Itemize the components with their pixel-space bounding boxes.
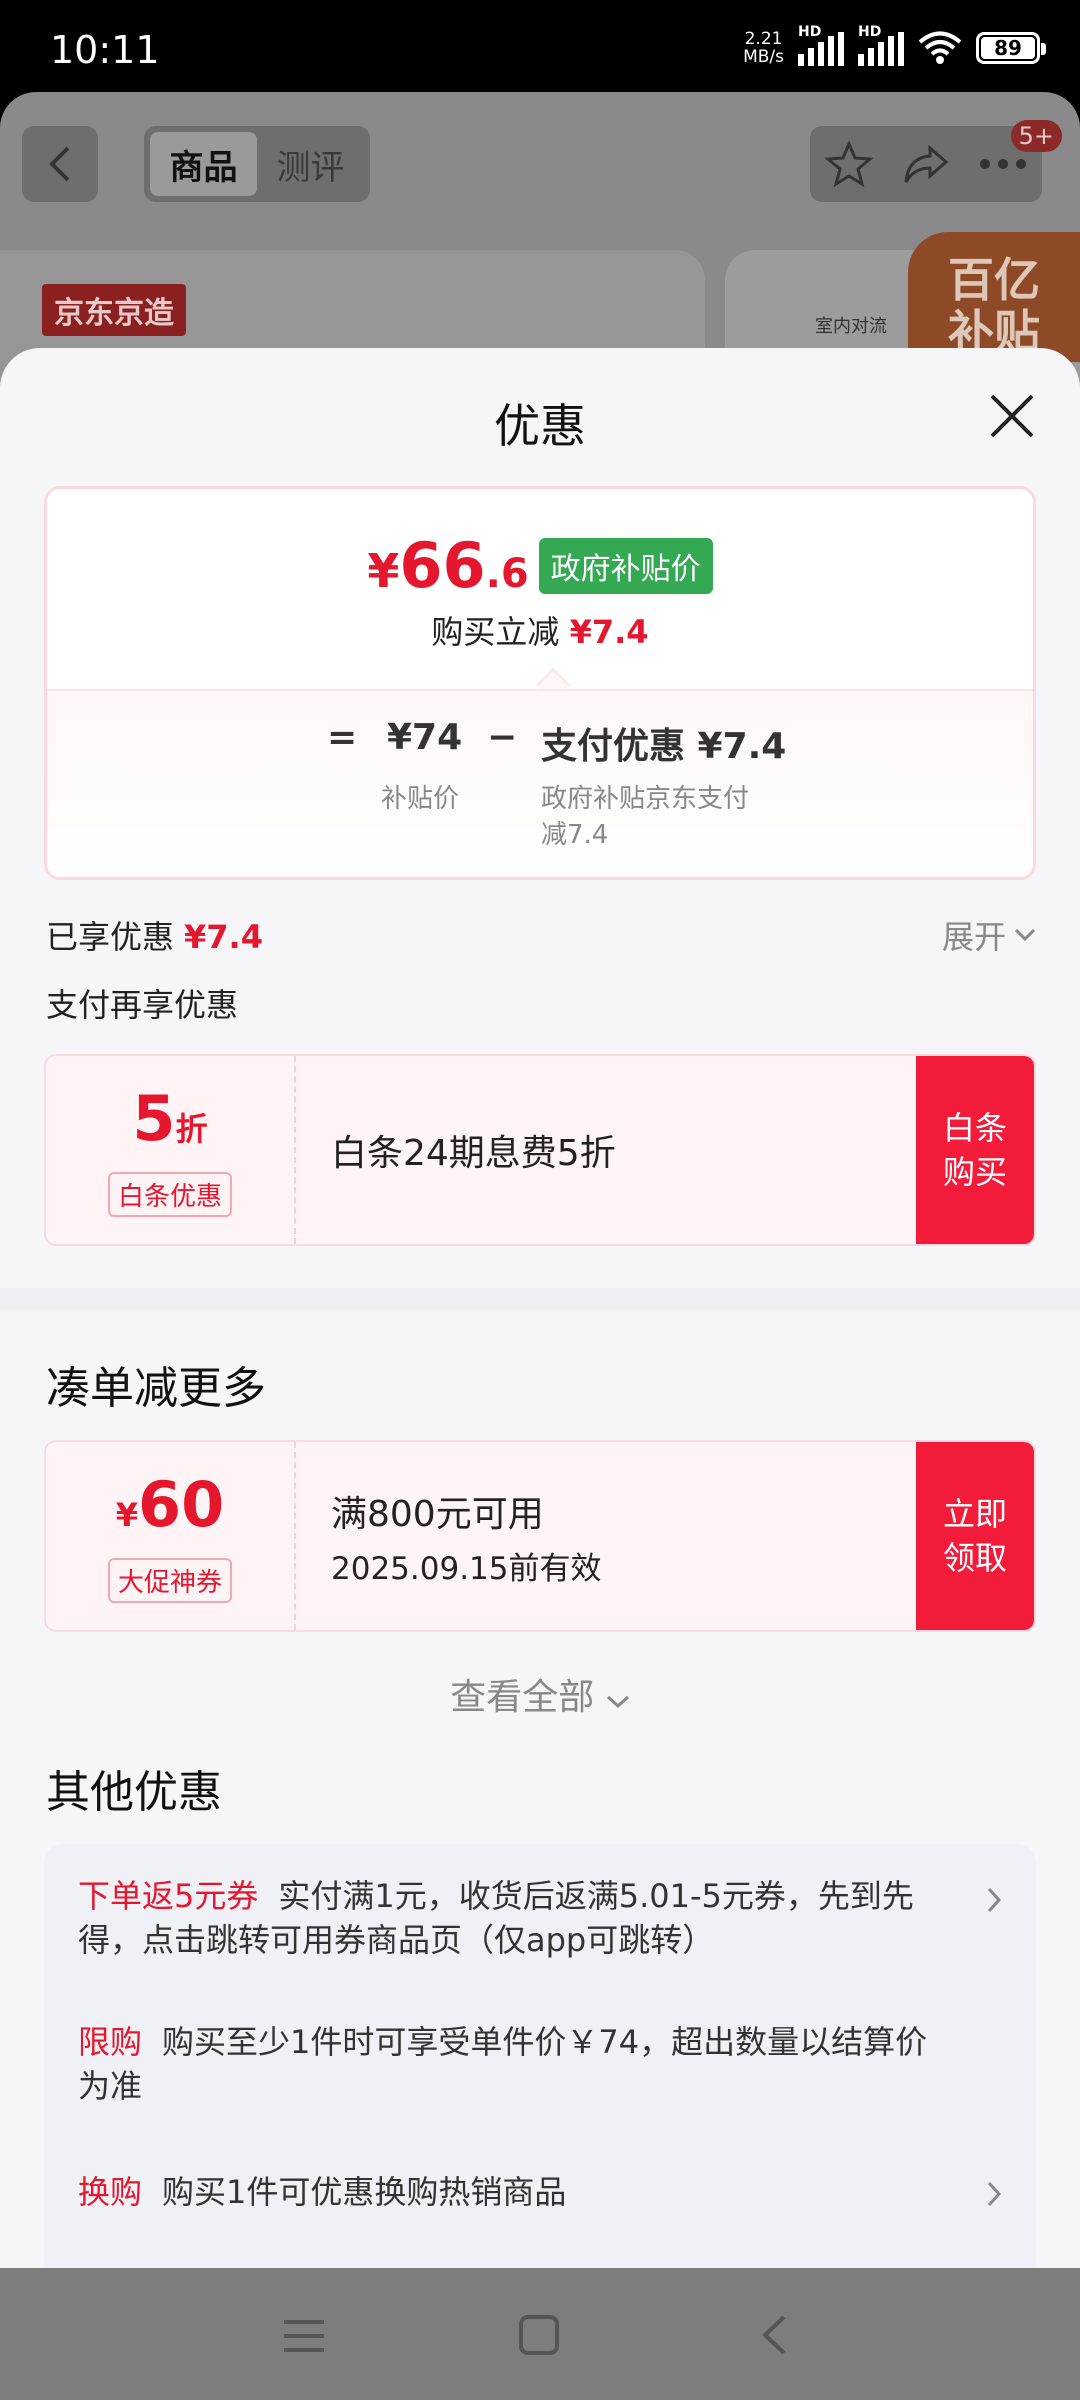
- chevron-right-icon: [987, 1887, 1002, 1913]
- view-all-button[interactable]: 查看全部: [0, 1668, 1080, 1720]
- expand-button[interactable]: 展开: [942, 912, 1036, 958]
- product-caption: 室内对流: [815, 316, 887, 337]
- baitiao-coupon: 5折 白条优惠 白条24期息费5折 白条购买: [44, 1054, 1036, 1246]
- promo-coupon: ¥60 大促神券 满800元可用 2025.09.15前有效 立即领取: [44, 1440, 1036, 1632]
- final-price: ¥66.6 政府补贴价: [47, 529, 1033, 602]
- back-icon[interactable]: [760, 2314, 788, 2356]
- subsidy-logo: 百亿 补贴: [908, 232, 1080, 362]
- status-bar: 10:11 2.21 MB/s HD HD 89: [0, 0, 1080, 96]
- list-item[interactable]: 换购 购买1件可优惠换购热销商品: [78, 2170, 958, 2214]
- wifi-icon: [918, 31, 962, 64]
- instant-reduce: 购买立减 ¥7.4: [431, 613, 649, 651]
- discount-sheet: 优惠 ¥66.6 政府补贴价 购买立减 ¥7.4 = ¥74 补贴价 − 支付优…: [0, 348, 1080, 2268]
- signal-icon: HD: [798, 24, 844, 66]
- list-item[interactable]: 下单返5元券 实付满1元，收货后返满5.01-5元券，先到先得，点击跳转可用券商品…: [78, 1874, 958, 1962]
- signal-icon-2: HD: [858, 24, 904, 66]
- system-nav-bar: [0, 2268, 1080, 2400]
- other-discount-list: 下单返5元券 实付满1元，收货后返满5.01-5元券，先到先得，点击跳转可用券商品…: [44, 1844, 1036, 2268]
- promo-tag: 大促神券: [107, 1557, 232, 1603]
- pay-again-label: 支付再享优惠: [46, 986, 239, 1024]
- tab-goods[interactable]: 商品: [150, 132, 257, 196]
- gov-subsidy-tag: 政府补贴价: [538, 537, 713, 594]
- enjoyed-discount: 已享优惠 ¥7.4: [46, 918, 263, 956]
- coupon-condition: 满800元可用: [331, 1493, 544, 1535]
- pay-discount: 支付优惠 ¥7.4: [541, 726, 787, 767]
- price-card: ¥66.6 政府补贴价 购买立减 ¥7.4 = ¥74 补贴价 − 支付优惠 ¥…: [44, 486, 1036, 880]
- chevron-down-icon: [1014, 928, 1036, 942]
- home-icon[interactable]: [518, 2314, 560, 2356]
- back-button[interactable]: [22, 126, 98, 202]
- message-badge: 5+: [1010, 120, 1062, 152]
- star-icon[interactable]: [824, 140, 873, 188]
- subsidy-price: ¥74: [387, 717, 463, 758]
- background-product-page: 商品 测评 5+ 京东京造 室内对流 百亿 补贴: [0, 92, 1080, 392]
- baitiao-tag: 白条优惠: [107, 1171, 232, 1217]
- menu-icon[interactable]: [282, 2318, 326, 2354]
- product-tabs: 商品 测评: [144, 126, 370, 202]
- claim-coupon-button[interactable]: 立即领取: [916, 1442, 1034, 1630]
- sheet-title: 优惠: [494, 399, 586, 453]
- brand-logo: 京东京造: [42, 284, 186, 336]
- battery-icon: 89: [976, 32, 1046, 64]
- list-item: 限购 购买至少1件时可享受单件价￥74，超出数量以结算价为准: [78, 2023, 928, 2105]
- status-icons: 2.21 MB/s HD HD 89: [743, 24, 1046, 67]
- baitiao-desc: 白条24期息费5折: [331, 1133, 616, 1174]
- close-icon[interactable]: [984, 388, 1040, 444]
- other-discount-title: 其他优惠: [46, 1767, 222, 1818]
- share-icon[interactable]: [902, 140, 950, 188]
- coupon-expiry: 2025.09.15前有效: [331, 1550, 602, 1587]
- baitiao-buy-button[interactable]: 白条购买: [916, 1056, 1034, 1244]
- chevron-right-icon: [987, 2181, 1002, 2207]
- tab-review[interactable]: 测评: [257, 132, 364, 196]
- more-icon[interactable]: [979, 158, 1027, 170]
- section-divider: [0, 1288, 1080, 1310]
- more-discount-title: 凑单减更多: [46, 1363, 266, 1414]
- net-speed: 2.21 MB/s: [743, 29, 784, 67]
- chevron-down-icon: [606, 1695, 629, 1709]
- back-arrow-icon: [49, 146, 70, 182]
- status-time: 10:11: [50, 28, 160, 72]
- price-breakdown: = ¥74 补贴价 − 支付优惠 ¥7.4 政府补贴京东支付 减7.4: [47, 689, 1033, 877]
- header-actions: [810, 126, 1042, 202]
